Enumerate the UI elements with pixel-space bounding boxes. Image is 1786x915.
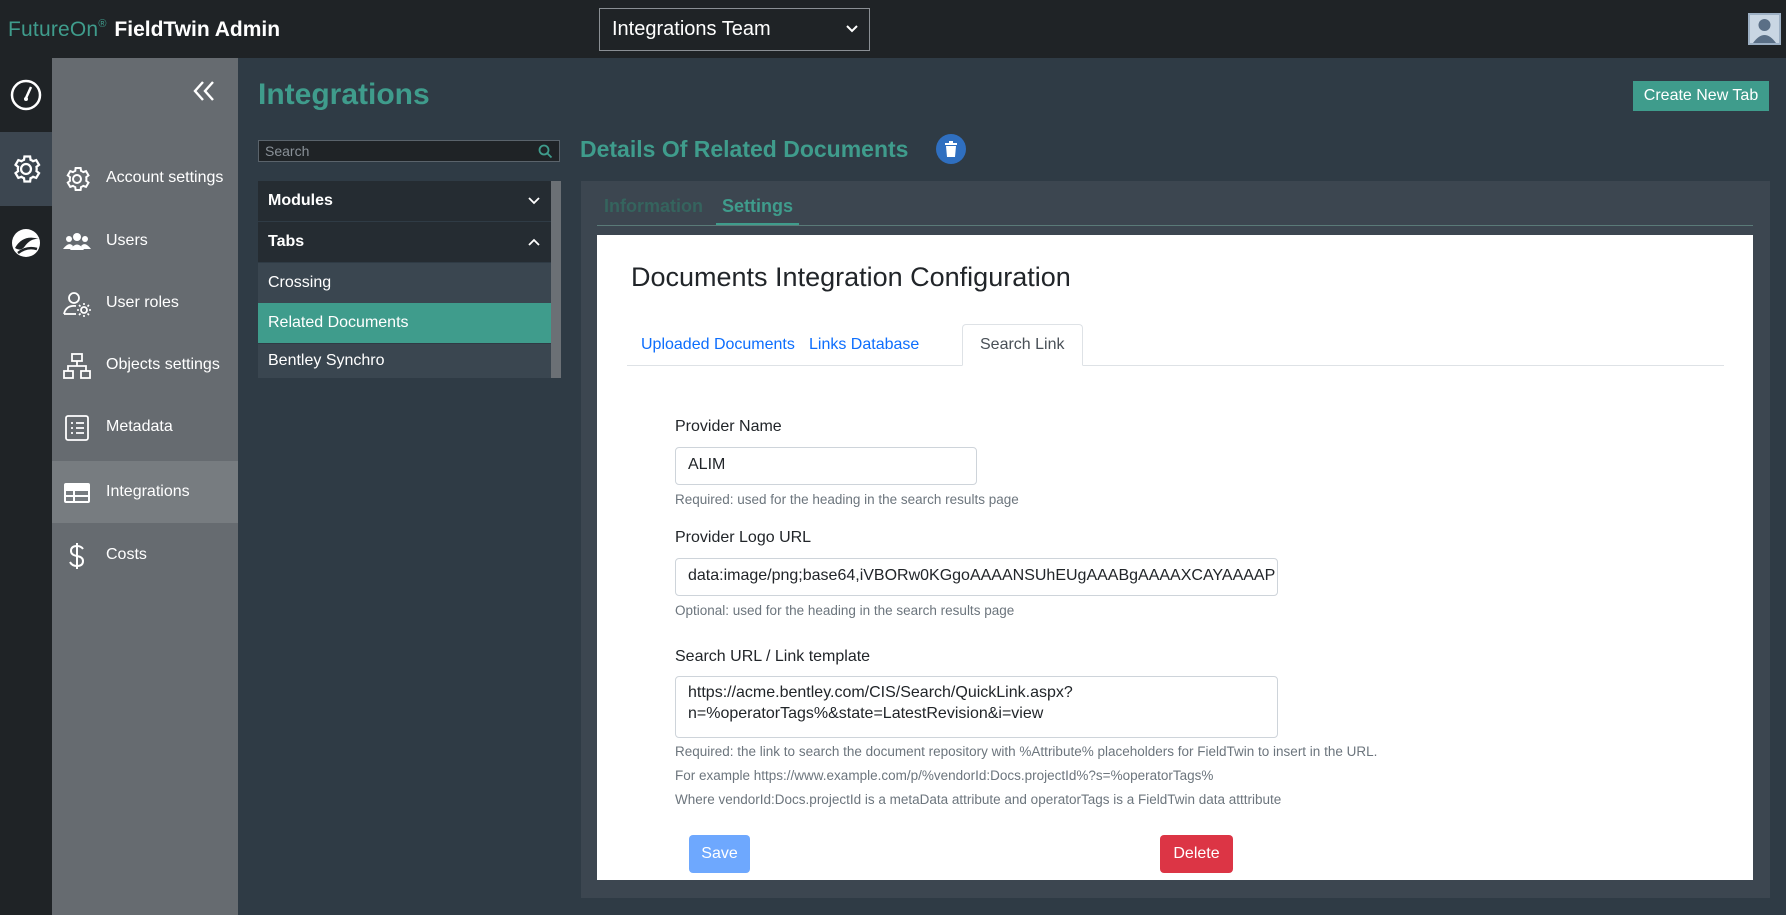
brand-app-name: FieldTwin Admin bbox=[114, 18, 281, 41]
brand-futureon: FutureOn bbox=[8, 18, 99, 41]
search-icon[interactable] bbox=[538, 144, 553, 159]
details-title: Details Of Related Documents bbox=[580, 136, 909, 162]
sidebar-item-costs[interactable]: Costs bbox=[52, 524, 238, 586]
provider-logo-value: data:image/png;base64,iVBORw0KGgoAAAANSU… bbox=[688, 567, 1276, 584]
tree-item-bentley-synchro[interactable]: Bentley Synchro bbox=[258, 344, 551, 378]
sidebar-item-label: Costs bbox=[106, 546, 147, 563]
tree-scrollbar[interactable] bbox=[551, 181, 561, 378]
table-icon bbox=[64, 483, 90, 503]
panel-tabs-divider bbox=[597, 225, 1753, 226]
tree-group-tabs[interactable]: Tabs bbox=[258, 222, 551, 262]
avatar-person-icon bbox=[1753, 19, 1776, 43]
tree-item-label: Related Documents bbox=[268, 314, 409, 331]
provider-name-field[interactable]: ALIM bbox=[675, 447, 977, 485]
metadata-list-icon bbox=[65, 415, 89, 441]
sidebar-item-label: Users bbox=[106, 232, 148, 249]
tab-settings[interactable]: Settings bbox=[716, 196, 800, 226]
dollar-icon bbox=[69, 543, 85, 569]
sidebar-item-label: User roles bbox=[106, 294, 179, 311]
chevron-up-icon bbox=[528, 238, 540, 246]
sidebar-item-account-settings[interactable]: Account settings bbox=[52, 147, 238, 209]
search-url-value: https://acme.bentley.com/CIS/Search/Quic… bbox=[688, 684, 1073, 722]
team-select[interactable]: Integrations Team bbox=[599, 8, 870, 51]
dashboard-gauge-icon bbox=[10, 79, 42, 111]
fieldtwin-logo-icon bbox=[12, 229, 40, 257]
icon-rail bbox=[0, 58, 52, 915]
provider-name-value: ALIM bbox=[688, 456, 726, 473]
chevron-down-icon bbox=[528, 197, 540, 205]
tree-group-label: Modules bbox=[268, 192, 333, 209]
subtab-search-link[interactable]: Search Link bbox=[962, 324, 1083, 366]
search-url-label: Search URL / Link template bbox=[675, 648, 871, 665]
brand-logo[interactable]: FutureOn ® FieldTwin Admin bbox=[8, 18, 280, 42]
search-url-help-2: For example https://www.example.com/p/%v… bbox=[675, 768, 1214, 783]
save-button[interactable]: Save bbox=[689, 835, 750, 873]
tree-search-input[interactable] bbox=[265, 143, 525, 159]
sidebar-item-objects-settings[interactable]: Objects settings bbox=[52, 334, 238, 396]
sidebar-item-user-roles[interactable]: User roles bbox=[52, 272, 238, 334]
search-url-help-3: Where vendorId:Docs.projectId is a metaD… bbox=[675, 792, 1282, 807]
user-roles-icon bbox=[63, 292, 91, 317]
tree-group-modules[interactable]: Modules bbox=[258, 181, 551, 221]
rail-fieldtwin[interactable] bbox=[0, 206, 52, 280]
tree-item-related-documents[interactable]: Related Documents bbox=[258, 303, 551, 343]
sidebar-item-label: Metadata bbox=[106, 418, 173, 435]
search-url-help-1: Required: the link to search the documen… bbox=[675, 744, 1378, 759]
provider-name-label: Provider Name bbox=[675, 418, 782, 435]
subtab-links-database[interactable]: Links Database bbox=[792, 324, 936, 366]
sidebar-item-integrations[interactable]: Integrations bbox=[52, 461, 238, 523]
rail-dashboard[interactable] bbox=[0, 58, 52, 132]
user-avatar[interactable] bbox=[1748, 13, 1781, 45]
objects-icon bbox=[63, 353, 91, 379]
top-bar: FutureOn ® FieldTwin Admin Integrations … bbox=[0, 0, 1786, 58]
tree-item-label: Crossing bbox=[268, 274, 332, 291]
gear-icon bbox=[14, 155, 41, 183]
tree-item-label: Bentley Synchro bbox=[268, 352, 385, 369]
brand-registered-mark: ® bbox=[98, 18, 107, 30]
tree-search bbox=[258, 140, 560, 162]
users-icon bbox=[63, 233, 91, 250]
tree-group-label: Tabs bbox=[268, 233, 305, 250]
provider-logo-field[interactable]: data:image/png;base64,iVBORw0KGgoAAAANSU… bbox=[675, 558, 1278, 596]
sidebar-item-label: Objects settings bbox=[106, 356, 220, 373]
team-select-value: Integrations Team bbox=[612, 18, 771, 40]
sidebar: Account settings Users User roles Object… bbox=[52, 58, 238, 915]
create-new-tab-button[interactable]: Create New Tab bbox=[1633, 81, 1769, 111]
provider-logo-label: Provider Logo URL bbox=[675, 529, 812, 546]
subtab-uploaded-documents[interactable]: Uploaded Documents bbox=[624, 324, 812, 366]
config-card: Documents Integration Configuration Uplo… bbox=[597, 235, 1753, 880]
sidebar-item-label: Integrations bbox=[106, 483, 190, 500]
sidebar-item-users[interactable]: Users bbox=[52, 210, 238, 272]
provider-logo-help: Optional: used for the heading in the se… bbox=[675, 603, 1015, 618]
search-url-textarea[interactable]: https://acme.bentley.com/CIS/Search/Quic… bbox=[675, 676, 1278, 738]
rail-settings[interactable] bbox=[0, 132, 52, 206]
delete-tab-button[interactable] bbox=[936, 134, 966, 164]
provider-name-help: Required: used for the heading in the se… bbox=[675, 492, 1019, 507]
tree-item-crossing[interactable]: Crossing bbox=[258, 263, 551, 303]
gear-icon bbox=[66, 167, 90, 191]
sidebar-item-label: Account settings bbox=[106, 169, 224, 186]
sidebar-item-metadata[interactable]: Metadata bbox=[52, 396, 238, 458]
page-title: Integrations bbox=[258, 78, 430, 111]
delete-button[interactable]: Delete bbox=[1160, 835, 1233, 873]
trash-icon bbox=[945, 141, 957, 157]
chevron-down-icon bbox=[846, 25, 858, 33]
double-chevron-left-icon[interactable] bbox=[190, 78, 218, 104]
config-title: Documents Integration Configuration bbox=[631, 262, 1071, 292]
tab-information[interactable]: Information bbox=[604, 196, 703, 217]
